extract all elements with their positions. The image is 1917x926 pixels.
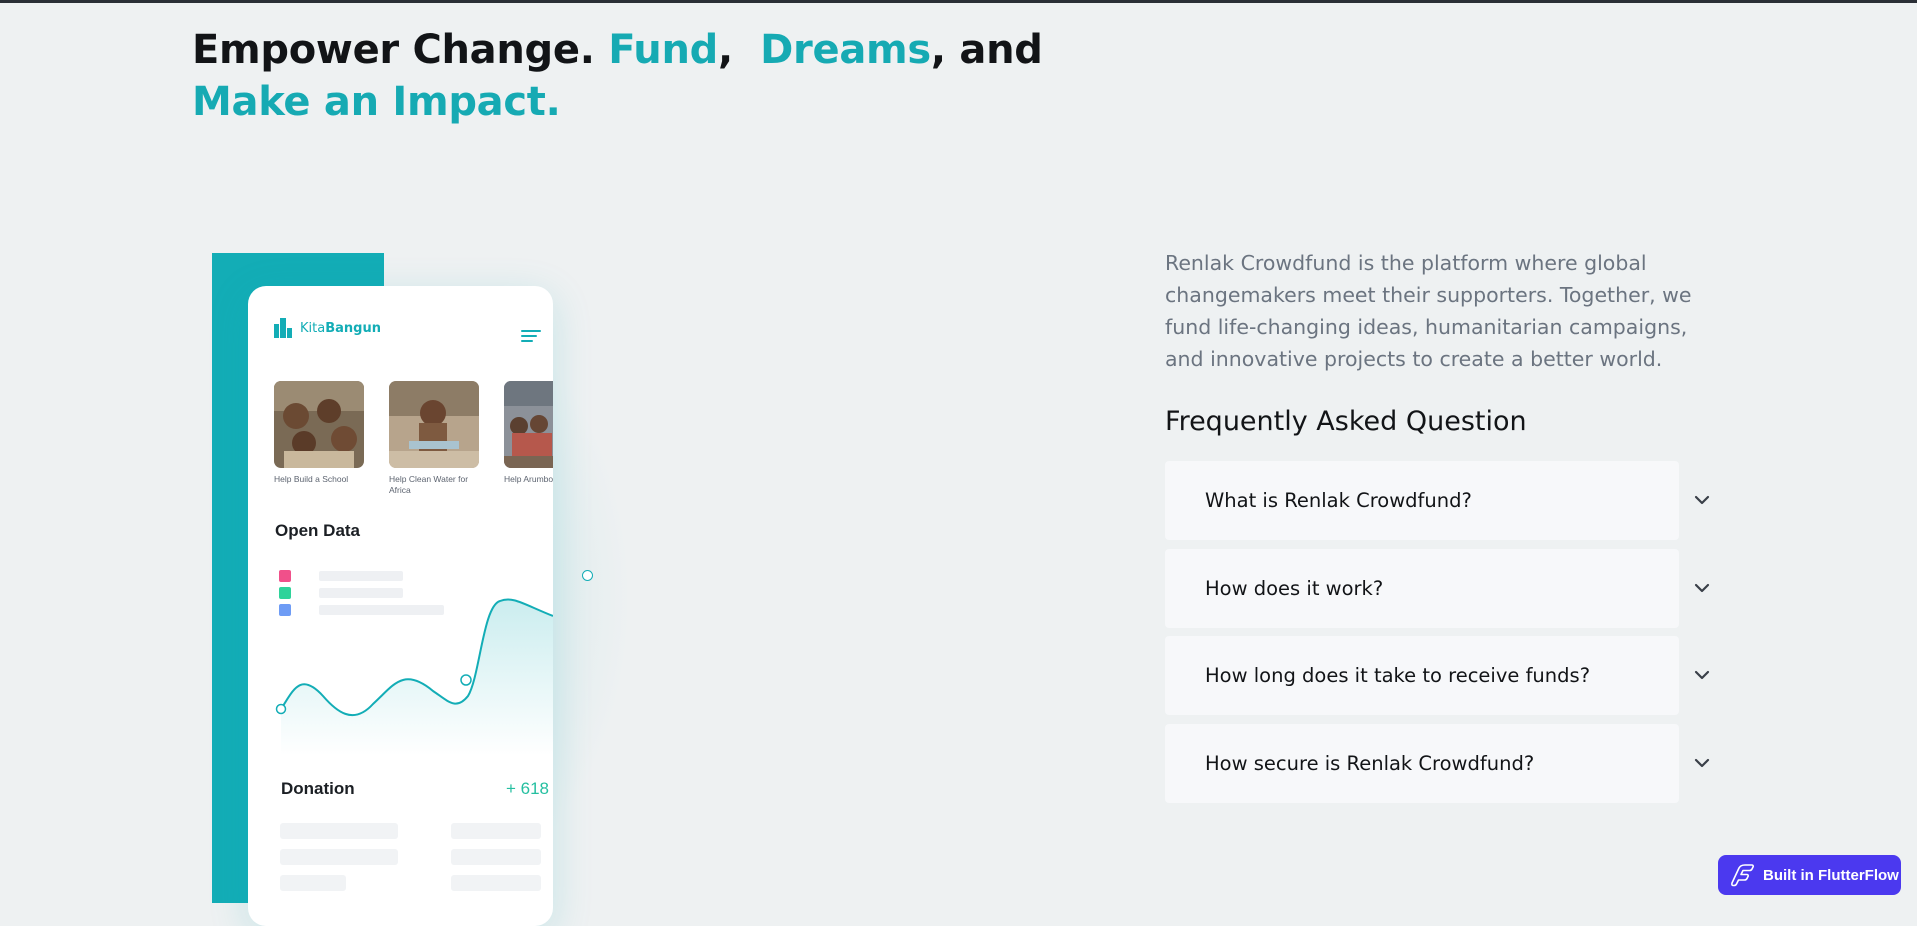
- placeholder-bar: [280, 849, 398, 865]
- faq-question: How long does it take to receive funds?: [1205, 664, 1591, 687]
- open-data-title: Open Data: [275, 521, 361, 540]
- campaign-photo-water: [389, 381, 479, 468]
- top-border: [0, 0, 1917, 3]
- chevron-down-icon[interactable]: [1690, 488, 1714, 512]
- campaign-caption: Help Arumbo: [504, 474, 553, 484]
- faq-item[interactable]: How does it work?: [1165, 549, 1679, 628]
- chart-point: [460, 674, 472, 686]
- placeholder-bar: [280, 823, 398, 839]
- campaign-photo-arumbo: [504, 381, 553, 468]
- faq-item[interactable]: How long does it take to receive funds?: [1165, 636, 1679, 715]
- campaign-caption: Help Clean Water for Africa: [389, 474, 469, 495]
- decorative-dot: [582, 570, 593, 581]
- open-data-chart: [275, 598, 553, 756]
- campaign-thumbnails: Help Build a School Help Clean Water for…: [274, 381, 553, 496]
- hero-dreams: Dreams: [760, 27, 931, 73]
- donation-value: + 618: [505, 779, 549, 798]
- chart-point: [275, 703, 287, 715]
- placeholder-bar: [280, 875, 346, 891]
- campaign-photo-school: [274, 381, 364, 468]
- faq-item[interactable]: What is Renlak Crowdfund?: [1165, 461, 1679, 540]
- faq-title: Frequently Asked Question: [1165, 406, 1527, 437]
- chevron-down-icon[interactable]: [1690, 751, 1714, 775]
- placeholder-bar: [451, 875, 541, 891]
- faq-question: How secure is Renlak Crowdfund?: [1205, 752, 1535, 775]
- phone-logo: KitaBangun: [274, 318, 381, 338]
- placeholder-bar: [451, 823, 541, 839]
- hero-impact: Make an Impact.: [192, 79, 561, 125]
- campaign-card: Help Arumbo: [504, 381, 553, 496]
- phone-mockup: KitaBangun Help Build a School Help Clea…: [248, 286, 553, 926]
- menu-icon: [521, 330, 541, 342]
- hero-part1: Empower Change.: [192, 27, 595, 73]
- campaign-caption: Help Build a School: [274, 474, 349, 484]
- hero-heading: Empower Change. Fund, Dreams, and Make a…: [192, 24, 1043, 128]
- faq-question: What is Renlak Crowdfund?: [1205, 489, 1472, 512]
- placeholder-bar: [451, 849, 541, 865]
- building-icon: [274, 318, 292, 338]
- phone-logo-text: KitaBangun: [300, 320, 381, 336]
- flutterflow-icon: [1731, 864, 1754, 887]
- faq-item[interactable]: How secure is Renlak Crowdfund?: [1165, 724, 1679, 803]
- badge-label: Built in FlutterFlow: [1763, 866, 1899, 884]
- hero-fund: Fund: [608, 27, 718, 73]
- faq-question: How does it work?: [1205, 577, 1384, 600]
- campaign-card: Help Build a School: [274, 381, 364, 496]
- chevron-down-icon[interactable]: [1690, 576, 1714, 600]
- campaign-card: Help Clean Water for Africa: [389, 381, 479, 496]
- built-in-flutterflow-badge[interactable]: Built in FlutterFlow: [1718, 855, 1901, 895]
- donation-label: Donation: [281, 779, 355, 798]
- hero-and: , and: [930, 27, 1043, 73]
- intro-paragraph: Renlak Crowdfund is the platform where g…: [1165, 251, 1692, 371]
- chevron-down-icon[interactable]: [1690, 663, 1714, 687]
- hero-comma: ,: [717, 27, 733, 73]
